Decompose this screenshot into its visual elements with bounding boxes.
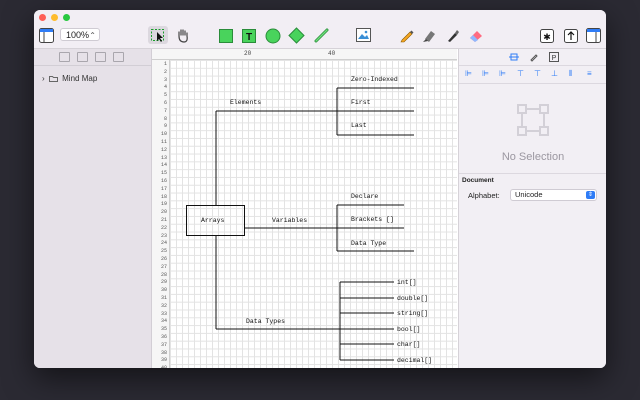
- align-center-icon[interactable]: ⊫: [482, 69, 489, 78]
- branch-label-elements: Elements: [230, 99, 261, 106]
- svg-text:P: P: [552, 55, 557, 62]
- hand-tool-icon[interactable]: [176, 28, 190, 48]
- svg-text:✱: ✱: [543, 32, 551, 42]
- sidebar-item-mind-map[interactable]: › Mind Map: [42, 74, 97, 83]
- document-section-title: Document: [462, 177, 494, 184]
- inspector-toggle-icon[interactable]: [586, 28, 601, 48]
- leaf-label: string[]: [397, 310, 428, 317]
- leaf-label: Last: [351, 122, 367, 129]
- no-selection-label: No Selection: [501, 151, 565, 163]
- pencil-tool-icon[interactable]: [399, 27, 415, 48]
- sidebar-tool-icon[interactable]: [95, 52, 106, 62]
- sidebar-item-label: Mind Map: [62, 74, 98, 83]
- zoom-select[interactable]: 100% ⌃: [60, 28, 100, 41]
- canvas[interactable]: 20 40 1 2 3 4 5 6 7 8 9 10 11 12 13 14 15 16 17 18 19 20 21 2…: [152, 49, 457, 368]
- highlighter-tool-icon[interactable]: [421, 27, 437, 48]
- leaf-label: Zero-Indexed: [351, 76, 398, 83]
- sidebar: › Mind Map: [34, 49, 152, 368]
- svg-text:T: T: [246, 32, 252, 43]
- leaf-label: int[]: [397, 279, 417, 286]
- distribute-vertical-icon[interactable]: ≡: [587, 69, 592, 78]
- selection-placeholder-icon: [517, 104, 549, 136]
- circle-tool-icon[interactable]: [265, 28, 281, 49]
- pen-tool-icon[interactable]: [445, 27, 461, 48]
- alphabet-label: Alphabet:: [468, 191, 500, 200]
- root-node-label: Arrays: [201, 217, 225, 224]
- leaf-label: decimal[]: [397, 357, 432, 364]
- leaf-label: double[]: [397, 295, 428, 302]
- inspector-tabs: P: [459, 49, 606, 66]
- align-bottom-icon[interactable]: ⊥: [551, 69, 558, 78]
- branch-label-variables: Variables: [272, 217, 307, 224]
- sidebar-tool-icon[interactable]: [77, 52, 88, 62]
- mind-map-diagram: Arrays Elements Zero-Indexed First Last …: [186, 76, 432, 364]
- text-tool-icon[interactable]: T: [242, 29, 256, 48]
- toolbar: 100% ⌃ T ✱: [34, 10, 606, 49]
- sidebar-tool-icon[interactable]: [113, 52, 124, 62]
- select-tool-icon: [151, 29, 164, 42]
- leaf-label: First: [351, 99, 371, 106]
- distribute-horizontal-icon[interactable]: ⫴: [569, 69, 572, 79]
- leaf-label: bool[]: [397, 326, 420, 333]
- chevron-updown-icon: ⇕: [586, 191, 595, 199]
- leaf-label: Declare: [351, 193, 378, 200]
- share-icon[interactable]: [564, 29, 578, 48]
- arrange-tab-icon[interactable]: [509, 52, 519, 62]
- export-icon[interactable]: ✱: [540, 29, 554, 48]
- align-left-icon[interactable]: ⊫: [465, 69, 472, 78]
- alphabet-select[interactable]: Unicode ⇕: [510, 189, 597, 201]
- rectangle-tool-icon[interactable]: [219, 29, 233, 48]
- alphabet-value: Unicode: [515, 190, 543, 199]
- folder-icon: [48, 76, 58, 82]
- eraser-tool-icon[interactable]: [468, 27, 484, 48]
- sidebar-toggle-icon[interactable]: [39, 28, 54, 48]
- leaf-label: Data Type: [351, 240, 386, 247]
- branch-label-data-types: Data Types: [246, 318, 285, 325]
- leaf-label: Brackets []: [351, 216, 394, 223]
- sidebar-tool-icon[interactable]: [59, 52, 70, 62]
- image-tool-icon[interactable]: [356, 28, 371, 47]
- close-window-button[interactable]: [39, 14, 46, 21]
- text-tab-icon[interactable]: P: [549, 52, 559, 62]
- diamond-tool-icon[interactable]: [288, 27, 305, 49]
- align-right-icon[interactable]: ⊫: [499, 69, 506, 78]
- app-window: 100% ⌃ T ✱ › Mind Map 20 40 1 2 3 4 5 6 …: [34, 10, 606, 368]
- leaf-label: char[]: [397, 341, 420, 348]
- align-middle-icon[interactable]: ⊤: [534, 69, 541, 78]
- style-tab-icon[interactable]: [529, 52, 539, 62]
- divider: [459, 173, 606, 174]
- alignment-toolbar: ⊫ ⊫ ⊫ ⊤ ⊤ ⊥ ⫴ ≡: [459, 65, 606, 84]
- inspector-panel: P ⊫ ⊫ ⊫ ⊤ ⊤ ⊥ ⫴ ≡ No Selection Document …: [458, 49, 606, 368]
- sidebar-toolbar: [34, 49, 151, 66]
- align-top-icon[interactable]: ⊤: [517, 69, 524, 78]
- minimize-window-button[interactable]: [51, 14, 58, 21]
- select-tool-button[interactable]: [148, 26, 168, 44]
- chevron-right-icon[interactable]: ›: [42, 74, 45, 83]
- line-tool-icon[interactable]: [314, 28, 329, 48]
- zoom-window-button[interactable]: [63, 14, 70, 21]
